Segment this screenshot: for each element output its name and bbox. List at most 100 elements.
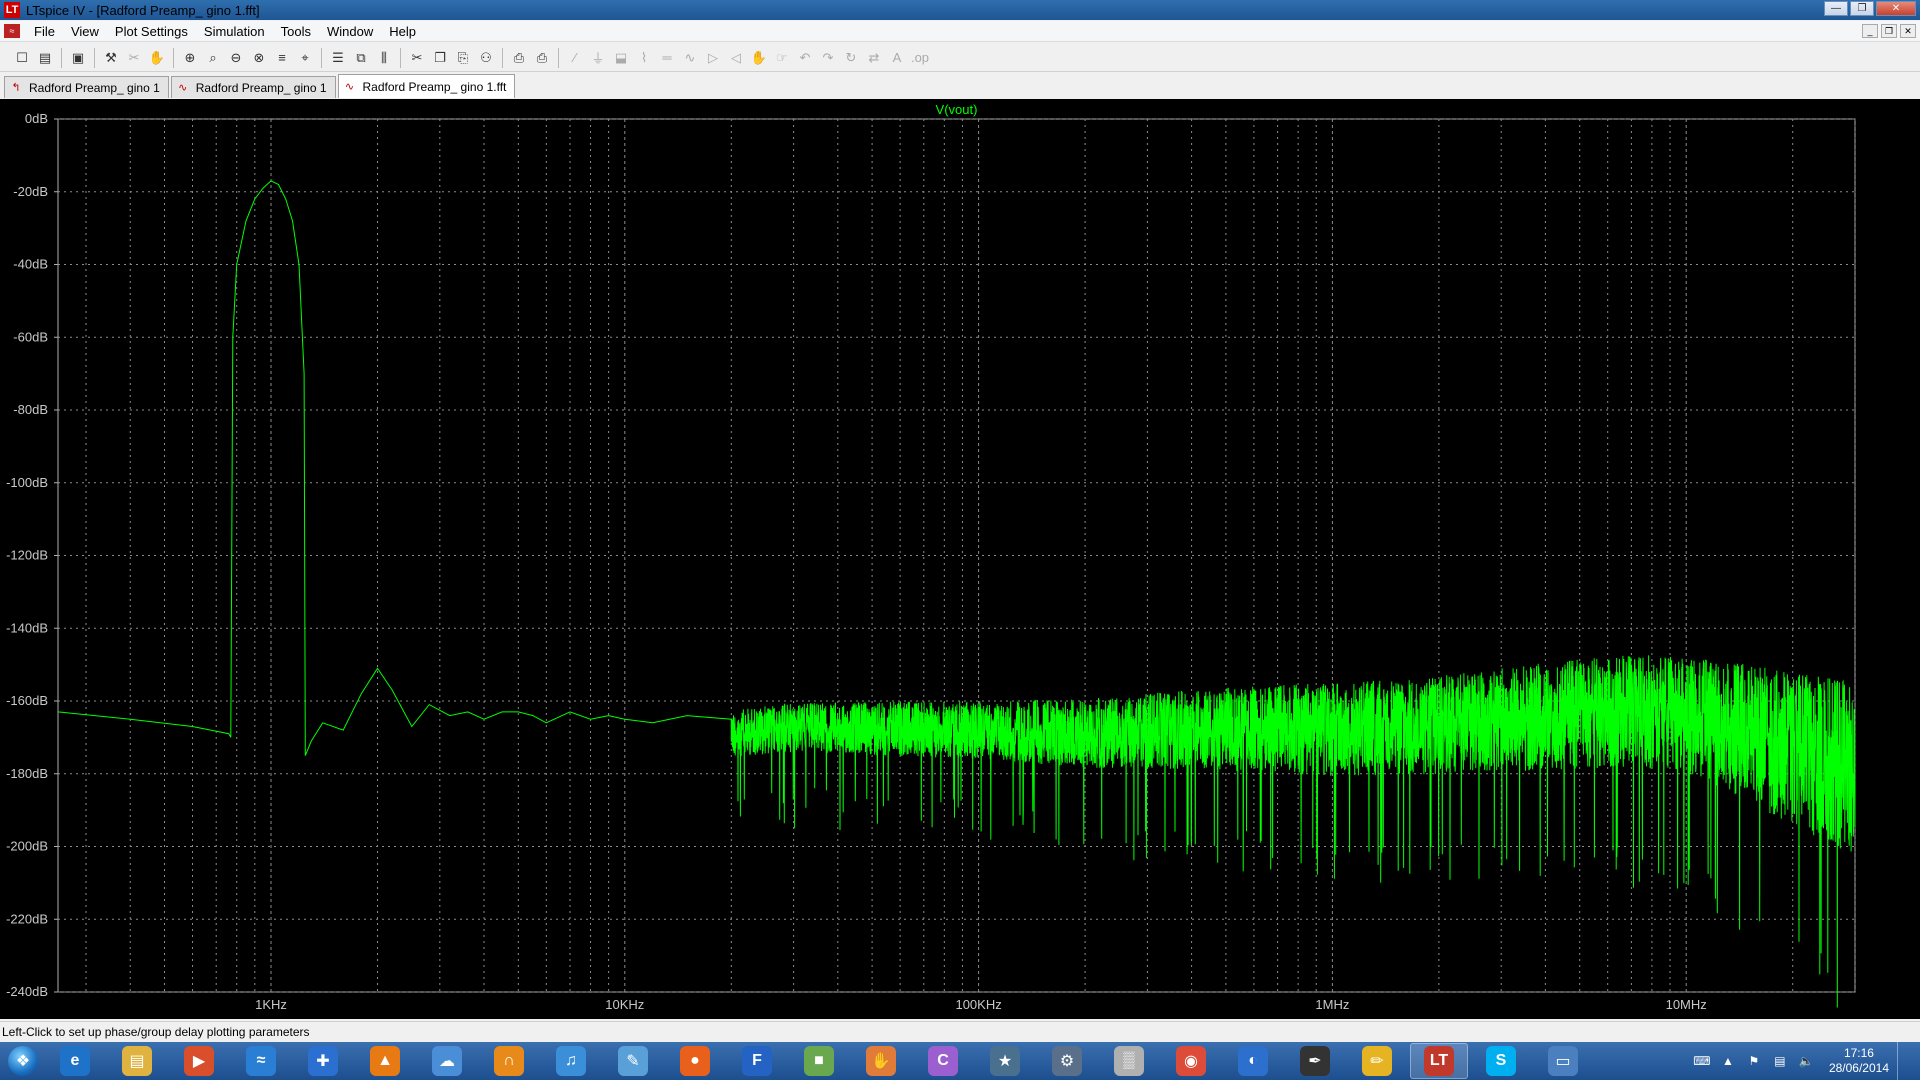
- plot-frame: [57, 118, 1856, 993]
- paste-icon[interactable]: ⎘: [453, 48, 473, 68]
- taskbar-button[interactable]: e: [46, 1043, 104, 1079]
- x-tick-label: 10MHz: [1666, 997, 1707, 1012]
- fit-icon[interactable]: ⌖: [295, 48, 315, 68]
- taskbar-button[interactable]: ≈: [232, 1043, 290, 1079]
- taskbar-button[interactable]: ▶: [170, 1043, 228, 1079]
- signal-icon[interactable]: ▤: [1771, 1052, 1789, 1070]
- zoom-in-icon[interactable]: ⊕: [180, 48, 200, 68]
- taskbar-button[interactable]: ▒: [1100, 1043, 1158, 1079]
- show-desktop-button[interactable]: [1897, 1042, 1912, 1080]
- taskbar-button[interactable]: ✎: [604, 1043, 662, 1079]
- mdi-minimize-icon[interactable]: _: [1862, 24, 1878, 38]
- waveform-icon: ∿: [178, 82, 188, 94]
- taskbar-button[interactable]: ♫: [542, 1043, 600, 1079]
- taskbar-button[interactable]: ■: [790, 1043, 848, 1079]
- taskbar-button[interactable]: ✏: [1348, 1043, 1406, 1079]
- calculator-icon: ▒: [1114, 1046, 1144, 1076]
- tile-vertical-icon[interactable]: ⫼: [374, 48, 394, 68]
- copy-icon[interactable]: ❐: [430, 48, 450, 68]
- wire-icon[interactable]: ∕: [565, 48, 585, 68]
- menu-plot-settings[interactable]: Plot Settings: [107, 24, 196, 39]
- menu-tools[interactable]: Tools: [273, 24, 319, 39]
- cut-icon[interactable]: ✂: [407, 48, 427, 68]
- control-panel-icon[interactable]: ⚒: [101, 48, 121, 68]
- save-icon[interactable]: ▣: [68, 48, 88, 68]
- zoom-out-icon[interactable]: ⊖: [226, 48, 246, 68]
- capacitor-icon[interactable]: ═: [657, 48, 677, 68]
- taskbar-button[interactable]: ◉: [1162, 1043, 1220, 1079]
- taskbar-button[interactable]: ∩: [480, 1043, 538, 1079]
- open-icon[interactable]: ▤: [35, 48, 55, 68]
- drag-icon[interactable]: ☞: [772, 48, 792, 68]
- cascade-icon[interactable]: ⧉: [351, 48, 371, 68]
- tab-schematic[interactable]: ↰ Radford Preamp_ gino 1: [4, 76, 169, 98]
- taskbar-button[interactable]: LT: [1410, 1043, 1468, 1079]
- move-icon[interactable]: ✋: [749, 48, 769, 68]
- firefox-icon: ●: [680, 1046, 710, 1076]
- mdi-close-icon[interactable]: ✕: [1900, 24, 1916, 38]
- trace-vout[interactable]: [57, 180, 1856, 1008]
- toolbar-separator: [502, 47, 503, 68]
- tab-fft[interactable]: ∿ Radford Preamp_ gino 1.fft: [337, 74, 516, 98]
- taskbar-button[interactable]: F: [728, 1043, 786, 1079]
- taskbar-button[interactable]: ◐: [1224, 1043, 1282, 1079]
- rotate-icon[interactable]: ↻: [841, 48, 861, 68]
- zoom-full-icon[interactable]: ⊗: [249, 48, 269, 68]
- diode-icon[interactable]: ▷: [703, 48, 723, 68]
- file-explorer-icon: ▤: [122, 1046, 152, 1076]
- taskbar-button[interactable]: ▤: [108, 1043, 166, 1079]
- pan-icon[interactable]: ✋: [147, 48, 167, 68]
- taskbar-button[interactable]: ▭: [1534, 1043, 1592, 1079]
- taskbar-button[interactable]: ●: [666, 1043, 724, 1079]
- menu-simulation[interactable]: Simulation: [196, 24, 273, 39]
- taskbar-button[interactable]: ✋: [852, 1043, 910, 1079]
- component-icon[interactable]: ◁: [726, 48, 746, 68]
- headphones-icon: ∩: [494, 1046, 524, 1076]
- close-icon[interactable]: ✕: [1876, 1, 1916, 16]
- taskbar-button[interactable]: ⚙: [1038, 1043, 1096, 1079]
- taskbar-button[interactable]: ☁: [418, 1043, 476, 1079]
- taskbar-button[interactable]: C: [914, 1043, 972, 1079]
- fft-plot[interactable]: 0dB -20dB -40dB -60dB -80dB -100dB -120dB -140d…: [0, 99, 1920, 1019]
- menu-file[interactable]: File: [26, 24, 63, 39]
- volume-icon[interactable]: 🔈: [1797, 1052, 1815, 1070]
- tile-horizontal-icon[interactable]: ☰: [328, 48, 348, 68]
- tab-waveform[interactable]: ∿ Radford Preamp_ gino 1: [170, 76, 336, 98]
- cut-wire-icon[interactable]: ✂: [124, 48, 144, 68]
- resistor-icon[interactable]: ⌇: [634, 48, 654, 68]
- zoom-area-icon[interactable]: ⌕: [203, 48, 223, 68]
- print-icon[interactable]: ⎙: [532, 48, 552, 68]
- inductor-icon[interactable]: ∿: [680, 48, 700, 68]
- menu-window[interactable]: Window: [319, 24, 381, 39]
- clock[interactable]: 17:16 28/06/2014: [1829, 1046, 1889, 1076]
- print-setup-icon[interactable]: ⎙: [509, 48, 529, 68]
- undo-icon[interactable]: ↶: [795, 48, 815, 68]
- new-schematic-icon[interactable]: ☐: [12, 48, 32, 68]
- y-tick-label: -80dB: [13, 402, 48, 417]
- label-icon[interactable]: ⬓: [611, 48, 631, 68]
- mdi-restore-icon[interactable]: ❐: [1881, 24, 1897, 38]
- keyboard-icon[interactable]: ⌨: [1693, 1052, 1711, 1070]
- find-icon[interactable]: ⚇: [476, 48, 496, 68]
- autorange-icon[interactable]: ≡: [272, 48, 292, 68]
- redo-icon[interactable]: ↷: [818, 48, 838, 68]
- menu-help[interactable]: Help: [381, 24, 424, 39]
- taskbar-button[interactable]: ✒: [1286, 1043, 1344, 1079]
- document-icon[interactable]: ≈: [4, 24, 20, 38]
- waveform-plot-pane[interactable]: 0dB -20dB -40dB -60dB -80dB -100dB -120dB -140d…: [0, 99, 1920, 1019]
- taskbar-button[interactable]: ✚: [294, 1043, 352, 1079]
- restore-icon[interactable]: ❐: [1850, 1, 1874, 16]
- taskbar-button[interactable]: ★: [976, 1043, 1034, 1079]
- ground-icon[interactable]: ⏚: [588, 48, 608, 68]
- text-icon[interactable]: A: [887, 48, 907, 68]
- taskbar-button[interactable]: S: [1472, 1043, 1530, 1079]
- minimize-icon[interactable]: —: [1824, 1, 1848, 16]
- menu-view[interactable]: View: [63, 24, 107, 39]
- flag-icon[interactable]: ⚑: [1745, 1052, 1763, 1070]
- clock-date: 28/06/2014: [1828, 1061, 1889, 1075]
- start-button[interactable]: ❖: [0, 1042, 46, 1080]
- taskbar-button[interactable]: ▲: [356, 1043, 414, 1079]
- up-arrow-icon[interactable]: ▲: [1719, 1052, 1737, 1070]
- mirror-icon[interactable]: ⇄: [864, 48, 884, 68]
- spice-directive-icon[interactable]: .op: [910, 48, 930, 68]
